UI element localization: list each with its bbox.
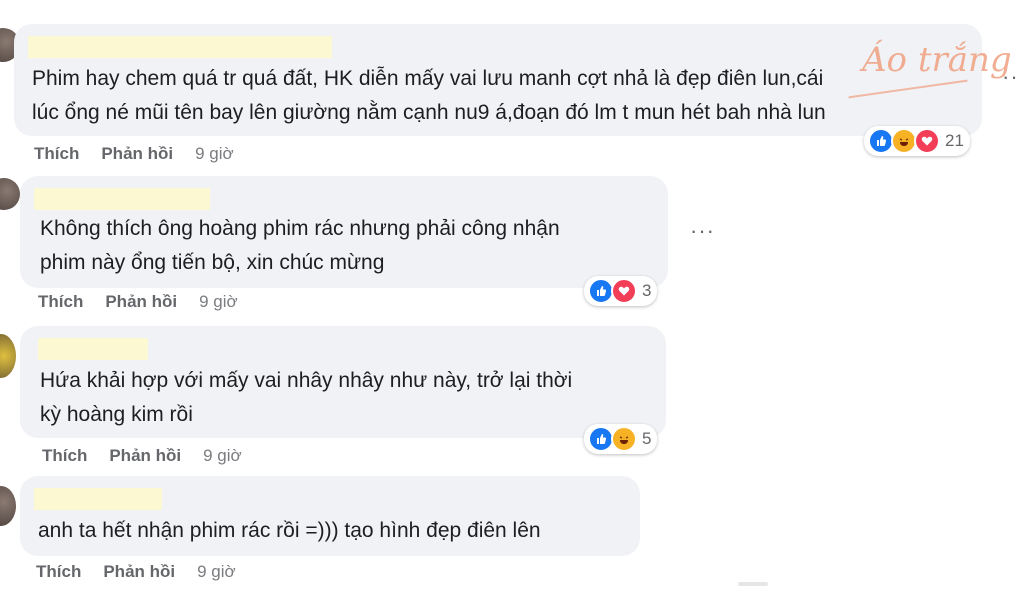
comment-bubble: anh ta hết nhận phim rác rồi =))) tạo hì…	[20, 476, 640, 556]
comment-bubble: Không thích ông hoàng phim rác nhưng phả…	[20, 176, 668, 288]
reaction-summary[interactable]: 21	[864, 126, 970, 156]
comment-bubble: Phim hay chem quá tr quá đất, HK diễn mấ…	[14, 24, 982, 136]
reply-button[interactable]: Phản hồi	[105, 292, 177, 311]
author-name-redacted[interactable]	[34, 488, 162, 510]
more-options-icon[interactable]: ···	[690, 218, 715, 244]
comment-actions: Thích Phản hồi 9 giờ	[34, 144, 256, 164]
like-button[interactable]: Thích	[34, 144, 79, 163]
comment-text-line: Phim hay chem quá tr quá đất, HK diễn mấ…	[32, 67, 824, 90]
reaction-summary[interactable]: 5	[584, 424, 658, 454]
author-name-redacted[interactable]	[38, 338, 148, 360]
author-name-redacted[interactable]	[28, 36, 332, 58]
comment-actions: Thích Phản hồi 9 giờ	[42, 446, 264, 466]
timestamp[interactable]: 9 giờ	[195, 144, 234, 163]
comment-actions: Thích Phản hồi 9 giờ	[38, 292, 260, 312]
timestamp[interactable]: 9 giờ	[197, 562, 236, 581]
reaction-count: 5	[642, 429, 652, 448]
comment-text-line: Không thích ông hoàng phim rác nhưng phả…	[40, 217, 560, 240]
like-button[interactable]: Thích	[42, 446, 87, 465]
comment-text-line: kỳ hoàng kim rồi	[40, 403, 193, 426]
author-name-redacted[interactable]	[34, 188, 210, 210]
comment-text-line: lúc ổng né mũi tên bay lên giường nằm cạ…	[32, 101, 826, 124]
comment-actions: Thích Phản hồi 9 giờ	[36, 562, 258, 582]
like-button[interactable]: Thích	[36, 562, 81, 581]
like-button[interactable]: Thích	[38, 292, 83, 311]
haha-reaction-icon	[611, 426, 637, 452]
divider	[738, 582, 768, 586]
timestamp[interactable]: 9 giờ	[203, 446, 242, 465]
reply-button[interactable]: Phản hồi	[109, 446, 181, 465]
reaction-count: 21	[945, 131, 964, 150]
reply-button[interactable]: Phản hồi	[103, 562, 175, 581]
reply-button[interactable]: Phản hồi	[101, 144, 173, 163]
comment-text-line: Hứa khải hợp với mấy vai nhây nhây như n…	[40, 369, 573, 392]
reaction-count: 3	[642, 281, 652, 300]
avatar[interactable]	[0, 178, 20, 210]
comment-text-line: phim này ổng tiến bộ, xin chúc mừng	[40, 251, 385, 274]
comment-text-line: anh ta hết nhận phim rác rồi =))) tạo hì…	[38, 519, 541, 542]
timestamp[interactable]: 9 giờ	[199, 292, 238, 311]
reaction-summary[interactable]: 3	[584, 276, 658, 306]
watermark-logo: Áo trắng	[862, 40, 1012, 80]
more-options-icon[interactable]: ···	[1002, 64, 1019, 90]
love-reaction-icon	[914, 128, 940, 154]
avatar[interactable]	[0, 334, 16, 378]
avatar[interactable]	[0, 486, 16, 526]
love-reaction-icon	[611, 278, 637, 304]
comment-bubble: Hứa khải hợp với mấy vai nhây nhây như n…	[20, 326, 666, 438]
